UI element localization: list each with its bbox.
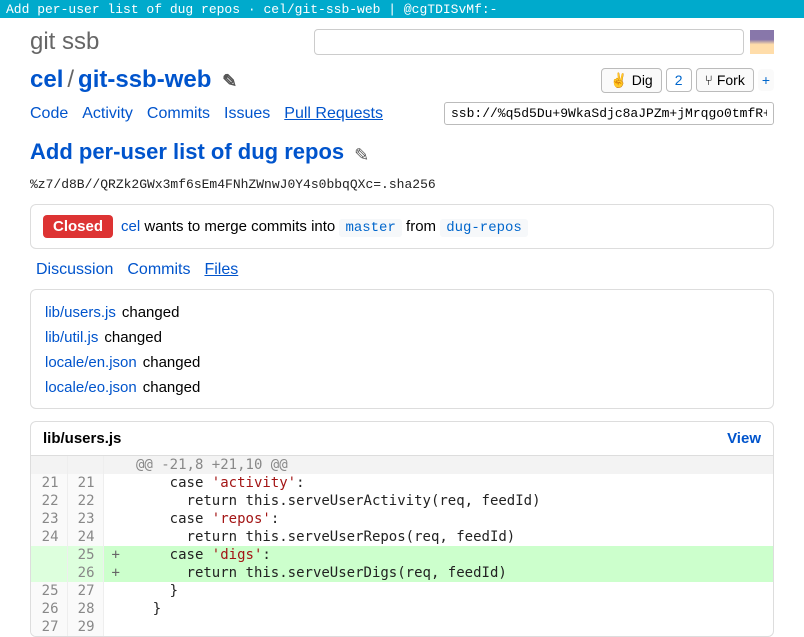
fork-button[interactable]: ⑂ Fork bbox=[696, 68, 754, 92]
edit-title-icon[interactable]: ✎ bbox=[354, 145, 369, 166]
add-button[interactable]: + bbox=[758, 69, 774, 91]
repo-title: cel/git-ssb-web ✎ bbox=[30, 66, 237, 94]
brand: git ssb bbox=[30, 28, 99, 56]
dig-count: 2 bbox=[666, 68, 692, 92]
diff-panel: lib/users.js View @@ -21,8 +21,10 @@2121… bbox=[30, 421, 774, 637]
diff-line: 2424 return this.serveUserRepos(req, fee… bbox=[31, 528, 773, 546]
diff-line: 25+ case 'digs': bbox=[31, 546, 773, 564]
repo-link[interactable]: git-ssb-web bbox=[78, 66, 211, 93]
changed-file-state: changed bbox=[143, 379, 201, 396]
status-badge: Closed bbox=[43, 215, 113, 238]
search-input[interactable] bbox=[314, 29, 744, 55]
ssb-url-input[interactable] bbox=[444, 102, 774, 125]
fork-icon: ⑂ bbox=[705, 72, 713, 88]
repo-actions: ✌ Dig 2 ⑂ Fork + bbox=[597, 68, 774, 93]
tab-activity[interactable]: Activity bbox=[82, 105, 133, 123]
target-branch[interactable]: master bbox=[339, 219, 401, 237]
subtab-commits[interactable]: Commits bbox=[127, 261, 190, 279]
diff-line: 2729 bbox=[31, 618, 773, 636]
changed-file-row: lib/util.js changed bbox=[45, 329, 759, 346]
diff-line: 2628 } bbox=[31, 600, 773, 618]
subtab-files[interactable]: Files bbox=[204, 261, 238, 279]
source-branch[interactable]: dug-repos bbox=[440, 219, 528, 237]
changed-file-link[interactable]: locale/eo.json bbox=[45, 379, 137, 396]
diff-filename: lib/users.js bbox=[43, 430, 121, 447]
dig-button[interactable]: ✌ Dig bbox=[601, 68, 661, 93]
subtab-discussion[interactable]: Discussion bbox=[36, 261, 113, 279]
window-titlebar: Add per-user list of dug repos · cel/git… bbox=[0, 0, 804, 18]
sub-tabs: Discussion Commits Files bbox=[36, 261, 774, 279]
edit-icon[interactable]: ✎ bbox=[222, 71, 237, 91]
pr-status: Closed cel wants to merge commits into m… bbox=[30, 204, 774, 249]
pr-author-link[interactable]: cel bbox=[121, 218, 140, 235]
changed-file-link[interactable]: lib/util.js bbox=[45, 329, 98, 346]
diff-line: 26+ return this.serveUserDigs(req, feedI… bbox=[31, 564, 773, 582]
diff-table: @@ -21,8 +21,10 @@2121 case 'activity':2… bbox=[31, 456, 773, 636]
tab-commits[interactable]: Commits bbox=[147, 105, 210, 123]
changed-files-panel: lib/users.jschangedlib/util.jschangedloc… bbox=[30, 289, 774, 409]
diff-line: 2527 } bbox=[31, 582, 773, 600]
changed-file-state: changed bbox=[122, 304, 180, 321]
diff-line: 2323 case 'repos': bbox=[31, 510, 773, 528]
changed-file-link[interactable]: locale/en.json bbox=[45, 354, 137, 371]
tab-pull-requests[interactable]: Pull Requests bbox=[284, 105, 383, 123]
owner-link[interactable]: cel bbox=[30, 66, 63, 93]
tab-code[interactable]: Code bbox=[30, 105, 68, 123]
hunk-header: @@ -21,8 +21,10 @@ bbox=[31, 456, 773, 474]
peace-icon: ✌ bbox=[610, 72, 627, 88]
changed-file-row: lib/users.js changed bbox=[45, 304, 759, 321]
diff-line: 2222 return this.serveUserActivity(req, … bbox=[31, 492, 773, 510]
main-tabs: Code Activity Commits Issues Pull Requests bbox=[30, 105, 383, 123]
avatar[interactable] bbox=[750, 30, 774, 54]
changed-file-state: changed bbox=[104, 329, 162, 346]
changed-file-state: changed bbox=[143, 354, 201, 371]
view-file-link[interactable]: View bbox=[727, 430, 761, 447]
changed-file-row: locale/en.json changed bbox=[45, 354, 759, 371]
tab-issues[interactable]: Issues bbox=[224, 105, 270, 123]
search-icon bbox=[314, 29, 744, 55]
diff-line: 2121 case 'activity': bbox=[31, 474, 773, 492]
pr-title: Add per-user list of dug repos bbox=[30, 139, 344, 165]
changed-file-link[interactable]: lib/users.js bbox=[45, 304, 116, 321]
changed-file-row: locale/eo.json changed bbox=[45, 379, 759, 396]
pr-hash: %z7/d8B//QRZk2GWx3mf6sEm4FNhZWnwJ0Y4s0bb… bbox=[30, 177, 774, 192]
